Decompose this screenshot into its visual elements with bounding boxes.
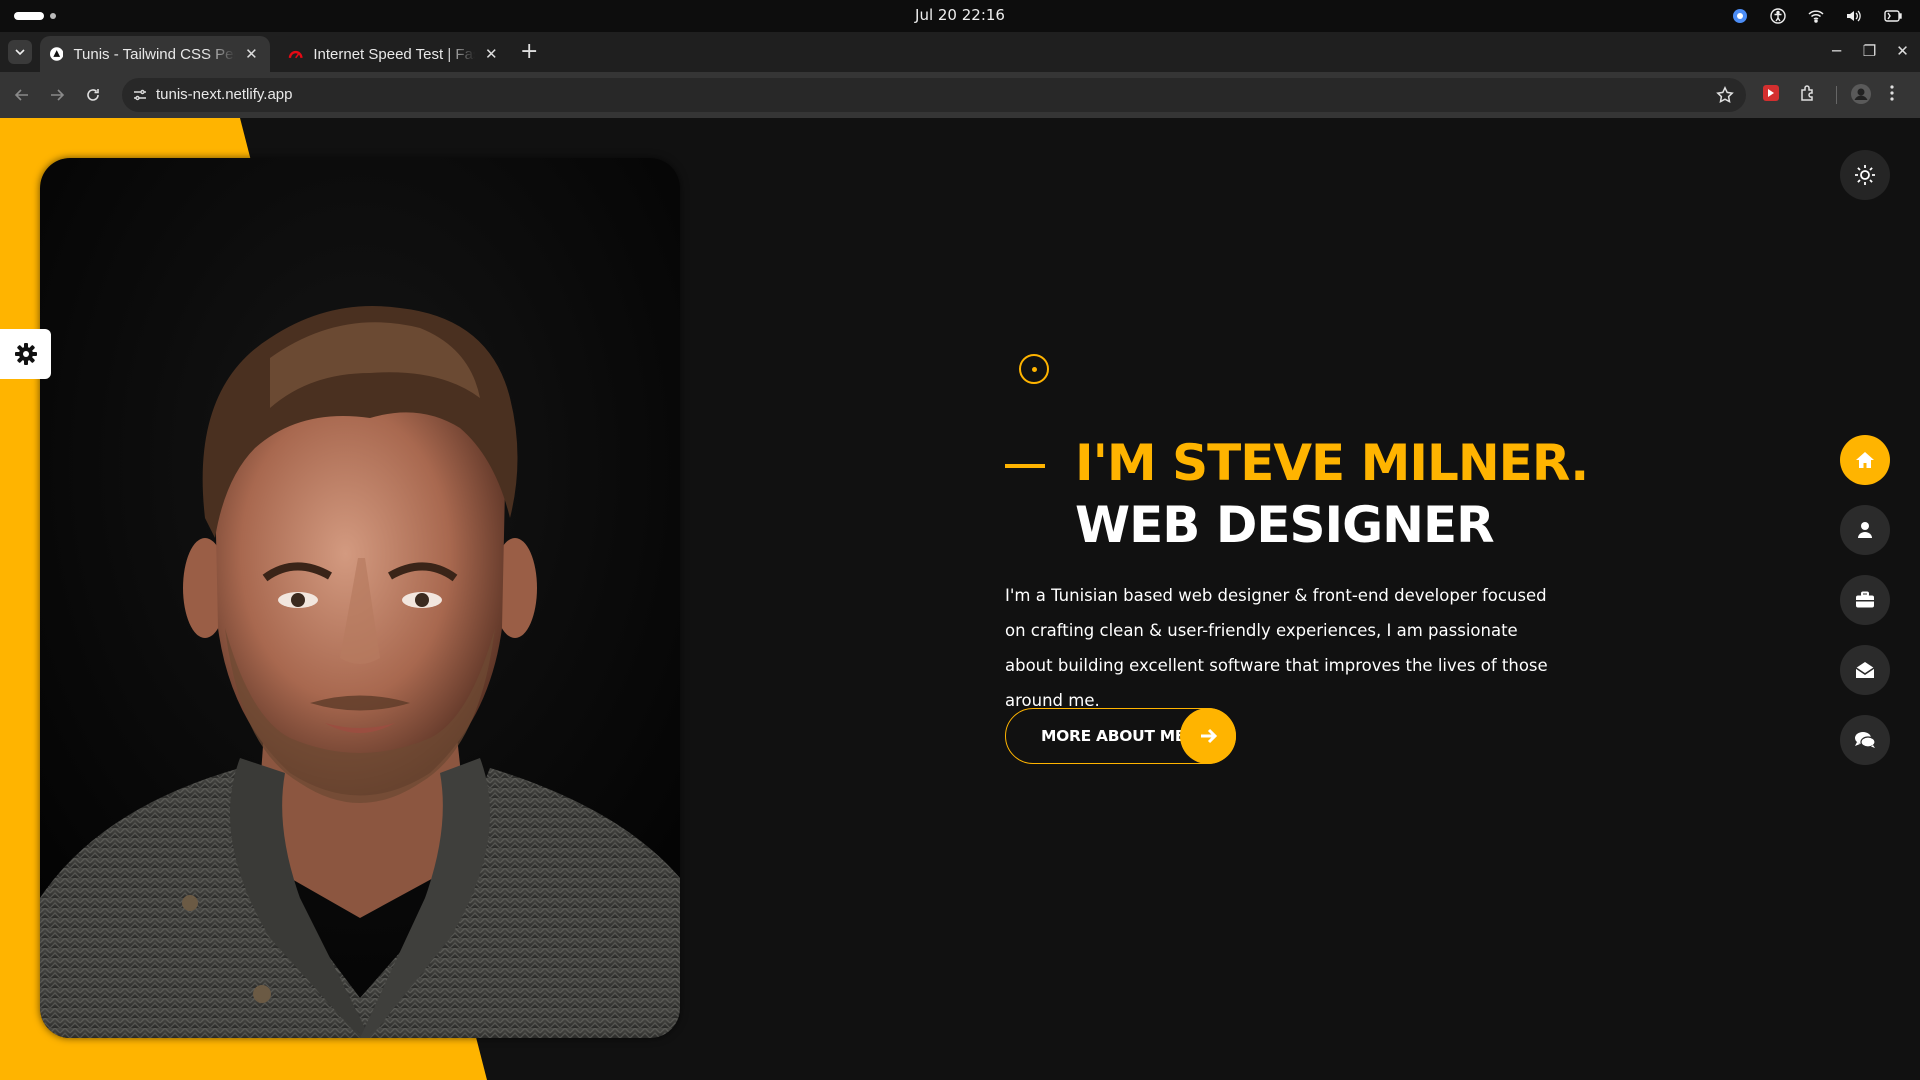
browser-toolbar: tunis-next.netlify.app [0, 72, 1920, 118]
system-tray[interactable] [1732, 6, 1902, 26]
tunis-favicon-icon [50, 47, 64, 61]
wifi-icon[interactable] [1808, 9, 1824, 23]
window-controls: ─ ❐ ✕ [1820, 42, 1919, 60]
hero-name-heading: I'M STEVE MILNER. [1075, 434, 1589, 492]
comments-icon [1855, 732, 1876, 748]
tab-search-button[interactable] [8, 40, 32, 64]
tab-close-icon[interactable]: ✕ [243, 45, 260, 63]
arrow-left-icon [14, 89, 28, 101]
tab-close-icon[interactable]: ✕ [483, 45, 500, 63]
maximize-icon[interactable]: ❐ [1853, 42, 1886, 60]
close-window-icon[interactable]: ✕ [1886, 42, 1919, 60]
sun-settings-icon [1855, 165, 1875, 185]
side-navigation [1840, 435, 1890, 785]
new-tab-button[interactable]: + [520, 41, 538, 63]
heading-accent-line [1005, 464, 1045, 468]
chevron-down-icon [15, 49, 25, 56]
nav-contact[interactable] [1840, 645, 1890, 695]
system-clock[interactable]: Jul 20 22:16 [0, 6, 1920, 24]
briefcase-icon [1856, 591, 1874, 608]
theme-toggle-button[interactable] [1840, 150, 1890, 200]
tab-tunis-portfolio[interactable]: Tunis - Tailwind CSS Personal Portfolio … [40, 36, 270, 72]
nav-blog[interactable] [1840, 715, 1890, 765]
extensions-puzzle-icon[interactable] [1799, 84, 1817, 106]
reload-button[interactable] [82, 84, 104, 106]
tab-title: Internet Speed Test | Fast.com [313, 45, 474, 63]
nav-home[interactable] [1840, 435, 1890, 485]
toolbar-divider [1836, 86, 1837, 104]
battery-icon[interactable] [1884, 10, 1902, 22]
minimize-icon[interactable]: ─ [1820, 42, 1853, 60]
address-bar[interactable]: tunis-next.netlify.app [122, 78, 1746, 112]
nav-about[interactable] [1840, 505, 1890, 555]
tab-speed-test[interactable]: Internet Speed Test | Fast.com ✕ [278, 36, 510, 72]
site-settings-icon[interactable] [132, 87, 148, 103]
custom-cursor-ring [1019, 354, 1049, 384]
tab-title: Tunis - Tailwind CSS Personal Portfolio [73, 45, 234, 63]
envelope-open-icon [1855, 662, 1875, 678]
volume-icon[interactable] [1846, 9, 1862, 23]
hero-description: I'm a Tunisian based web designer & fron… [1005, 586, 1548, 710]
nav-portfolio[interactable] [1840, 575, 1890, 625]
reload-icon [87, 89, 99, 101]
profile-portrait-image [40, 158, 680, 1038]
home-icon [1856, 452, 1874, 468]
bookmark-star-icon[interactable] [1716, 86, 1734, 104]
user-icon [1858, 522, 1872, 538]
extension-red-icon[interactable] [1762, 84, 1780, 106]
hero-role-heading: WEB DESIGNER [1075, 496, 1495, 554]
portfolio-page: I'M STEVE MILNER. WEB DESIGNER I'm a Tun… [0, 118, 1920, 1080]
more-about-me-button[interactable]: MORE ABOUT ME [1005, 708, 1236, 764]
browser-menu-icon[interactable] [1889, 84, 1895, 106]
speedtest-favicon-icon [288, 50, 303, 59]
browser-tab-strip: Tunis - Tailwind CSS Personal Portfolio … [0, 32, 1920, 72]
profile-avatar-icon[interactable] [1851, 84, 1871, 108]
forward-button[interactable] [46, 84, 68, 106]
accessibility-icon[interactable] [1770, 8, 1786, 24]
color-settings-toggle[interactable] [0, 329, 51, 379]
more-about-me-label: MORE ABOUT ME [1041, 727, 1186, 745]
gear-icon [14, 343, 37, 365]
arrow-right-circle-icon [1180, 708, 1236, 764]
os-top-bar: Jul 20 22:16 [0, 0, 1920, 32]
chrome-status-icon[interactable] [1732, 8, 1748, 24]
arrow-right-icon [51, 89, 65, 101]
url-text[interactable]: tunis-next.netlify.app [156, 86, 292, 103]
back-button[interactable] [11, 84, 33, 106]
